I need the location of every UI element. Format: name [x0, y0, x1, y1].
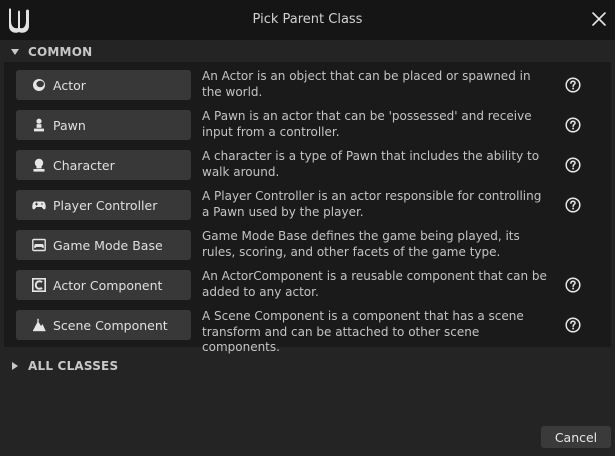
actor-component-icon — [32, 278, 46, 292]
scene-component-label: Scene Component — [53, 317, 168, 333]
all-classes-section-header[interactable]: ALL CLASSES — [10, 356, 118, 376]
class-row-actor-component: Actor Component An ActorComponent is a r… — [4, 266, 611, 306]
pawn-button[interactable]: Pawn — [16, 110, 191, 140]
scene-component-icon — [33, 318, 46, 332]
class-row-player-controller: Player Controller A Player Controller is… — [4, 186, 611, 226]
character-button[interactable]: Character — [16, 150, 191, 180]
all-classes-section-label: ALL CLASSES — [28, 359, 119, 373]
close-icon[interactable] — [589, 9, 609, 29]
common-section-header[interactable]: COMMON — [10, 42, 92, 62]
class-row-character: Character A character is a type of Pawn … — [4, 146, 611, 186]
help-icon[interactable] — [565, 197, 581, 213]
help-icon[interactable] — [565, 117, 581, 133]
title-bar: Pick Parent Class — [0, 0, 615, 40]
character-description: A character is a type of Pawn that inclu… — [202, 149, 540, 179]
character-icon — [33, 158, 45, 172]
help-icon[interactable] — [565, 157, 581, 173]
actor-button[interactable]: Actor — [16, 70, 191, 100]
caret-down-icon — [11, 49, 19, 55]
scene-component-button[interactable]: Scene Component — [16, 310, 191, 340]
common-section-label: COMMON — [28, 45, 93, 59]
window-title: Pick Parent Class — [252, 12, 363, 27]
gamepad-icon — [32, 201, 46, 210]
pawn-label: Pawn — [53, 117, 86, 133]
game-mode-base-button[interactable]: Game Mode Base — [16, 230, 191, 260]
player-controller-label: Player Controller — [53, 197, 158, 213]
actor-component-description: An ActorComponent is a reusable componen… — [202, 269, 547, 299]
player-controller-button[interactable]: Player Controller — [16, 190, 191, 220]
game-mode-base-description: Game Mode Base defines the game being pl… — [202, 229, 520, 259]
cancel-button[interactable]: Cancel — [541, 426, 611, 448]
class-row-actor: Actor An Actor is an object that can be … — [4, 66, 611, 106]
pawn-description: A Pawn is an actor that can be 'possesse… — [202, 109, 532, 139]
pawn-icon — [34, 118, 44, 132]
game-mode-base-label: Game Mode Base — [53, 237, 163, 253]
actor-description: An Actor is an object that can be placed… — [202, 69, 531, 99]
player-controller-description: A Player Controller is an actor responsi… — [202, 189, 542, 219]
actor-label: Actor — [53, 77, 86, 93]
help-icon[interactable] — [565, 77, 581, 93]
actor-component-label: Actor Component — [53, 277, 163, 293]
character-label: Character — [53, 157, 115, 173]
game-mode-icon — [32, 238, 46, 252]
scene-component-description: A Scene Component is a component that ha… — [202, 309, 524, 354]
class-row-scene-component: Scene Component A Scene Component is a c… — [4, 306, 611, 354]
class-row-pawn: Pawn A Pawn is an actor that can be 'pos… — [4, 106, 611, 146]
help-icon[interactable] — [565, 277, 581, 293]
actor-icon — [33, 79, 45, 91]
help-icon[interactable] — [565, 317, 581, 333]
caret-right-icon — [12, 362, 18, 370]
actor-component-button[interactable]: Actor Component — [16, 270, 191, 300]
class-row-game-mode-base: Game Mode Base Game Mode Base defines th… — [4, 226, 611, 266]
common-class-list: Actor An Actor is an object that can be … — [4, 62, 611, 354]
